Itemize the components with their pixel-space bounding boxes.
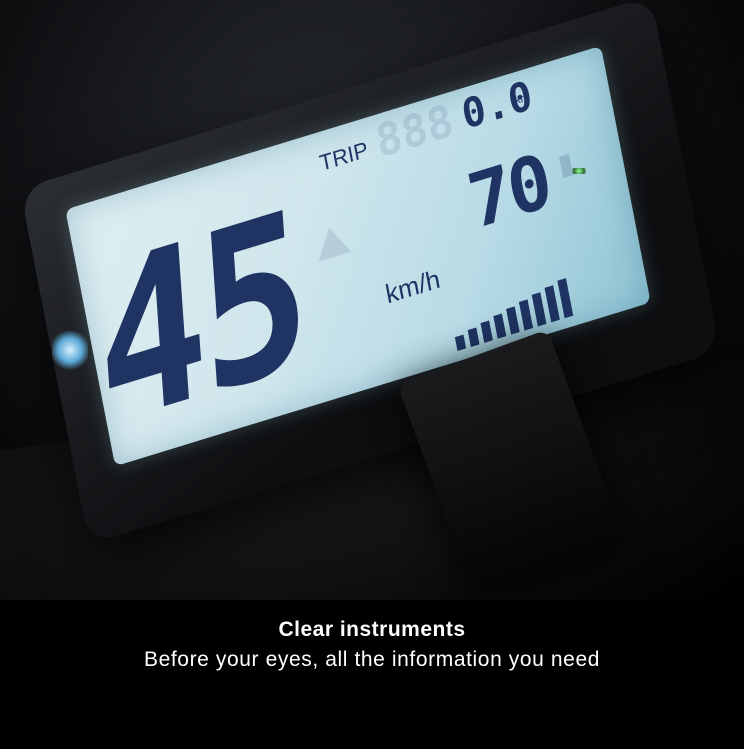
battery-bar [493, 313, 507, 339]
caption: Clear instruments Before your eyes, all … [0, 618, 744, 672]
battery-bar [454, 334, 467, 352]
green-indicator-light [572, 168, 586, 174]
battery-icon: ▮ [555, 146, 577, 182]
battery-bar [518, 299, 534, 331]
battery-bar [480, 320, 493, 343]
trip-label: TRIP [317, 136, 371, 176]
battery-bar [531, 292, 547, 327]
speed-unit: km/h [382, 263, 443, 310]
dashboard-photo: TRIP 888 0.0 km 45 km/h 70 ▮ [0, 0, 744, 600]
battery-bar [544, 285, 560, 323]
battery-value: 70 [461, 137, 556, 247]
light-reflection [52, 330, 88, 370]
warning-icon [312, 222, 352, 262]
caption-title: Clear instruments [278, 618, 466, 641]
battery-bar [506, 306, 520, 335]
battery-bar [467, 327, 480, 347]
caption-subtitle: Before your eyes, all the information yo… [143, 648, 601, 671]
battery-bar [557, 278, 574, 319]
